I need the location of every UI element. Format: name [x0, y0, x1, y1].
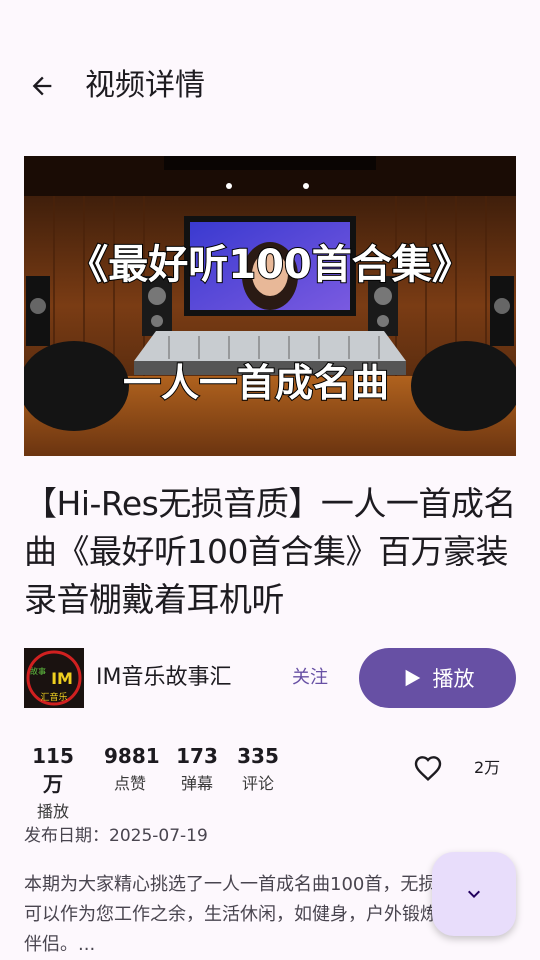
avatar-text-main: IM — [51, 669, 73, 688]
expand-fab[interactable] — [432, 852, 516, 936]
back-button[interactable] — [20, 64, 64, 108]
page-title: 视频详情 — [85, 68, 205, 103]
like-count: 2万 — [474, 758, 501, 777]
publish-date: 发布日期：2025-07-19 — [24, 826, 208, 846]
stat-label: 点赞 — [113, 774, 146, 793]
arrow-left-icon — [32, 76, 52, 96]
author-avatar[interactable]: IM 故事 汇音乐 — [24, 648, 84, 708]
author-row: IM 故事 汇音乐 IM音乐故事汇 关注 播放 — [24, 648, 516, 708]
avatar-text-side: 故事 — [30, 666, 46, 676]
video-title: 【Hi-Res无损音质】一人一首成名曲《最好听100首合集》百万豪装录音棚戴着耳… — [24, 484, 516, 619]
video-thumbnail[interactable]: 《最好听100首合集》 一人一首成名曲 — [24, 156, 516, 456]
heart-outline-icon — [414, 756, 442, 781]
like-button[interactable] — [406, 746, 450, 790]
stat-label: 弹幕 — [180, 774, 213, 793]
stat-value: 335 — [237, 744, 279, 768]
stat-likes: 9881 点赞 — [104, 742, 160, 798]
stat-comments: 335 评论 — [236, 742, 280, 798]
video-description[interactable]: 本期为大家精心挑选了一人一首成名曲100首，无损音质。可以作为您工作之余，生活休… — [24, 870, 494, 960]
thumbnail-subline: 一人一首成名曲 — [123, 361, 389, 405]
stat-value: 173 — [176, 744, 218, 768]
play-button[interactable]: 播放 — [359, 648, 516, 708]
chevron-down-icon — [468, 890, 480, 898]
stat-value: 9881 — [104, 744, 160, 768]
play-button-label: 播放 — [432, 667, 475, 691]
play-icon — [405, 669, 420, 687]
thumbnail-headline: 《最好听100首合集》 — [68, 242, 472, 288]
author-name[interactable]: IM音乐故事汇 — [96, 662, 231, 694]
stat-danmaku: 173 弹幕 — [174, 742, 220, 798]
stat-value: 115万 — [32, 744, 74, 796]
stat-label: 评论 — [241, 774, 274, 793]
follow-button[interactable]: 关注 — [292, 662, 328, 694]
avatar-text-sub: 汇音乐 — [40, 691, 67, 703]
stat-plays: 115万 播放 — [24, 742, 82, 826]
top-app-bar: 视频详情 — [0, 56, 540, 116]
